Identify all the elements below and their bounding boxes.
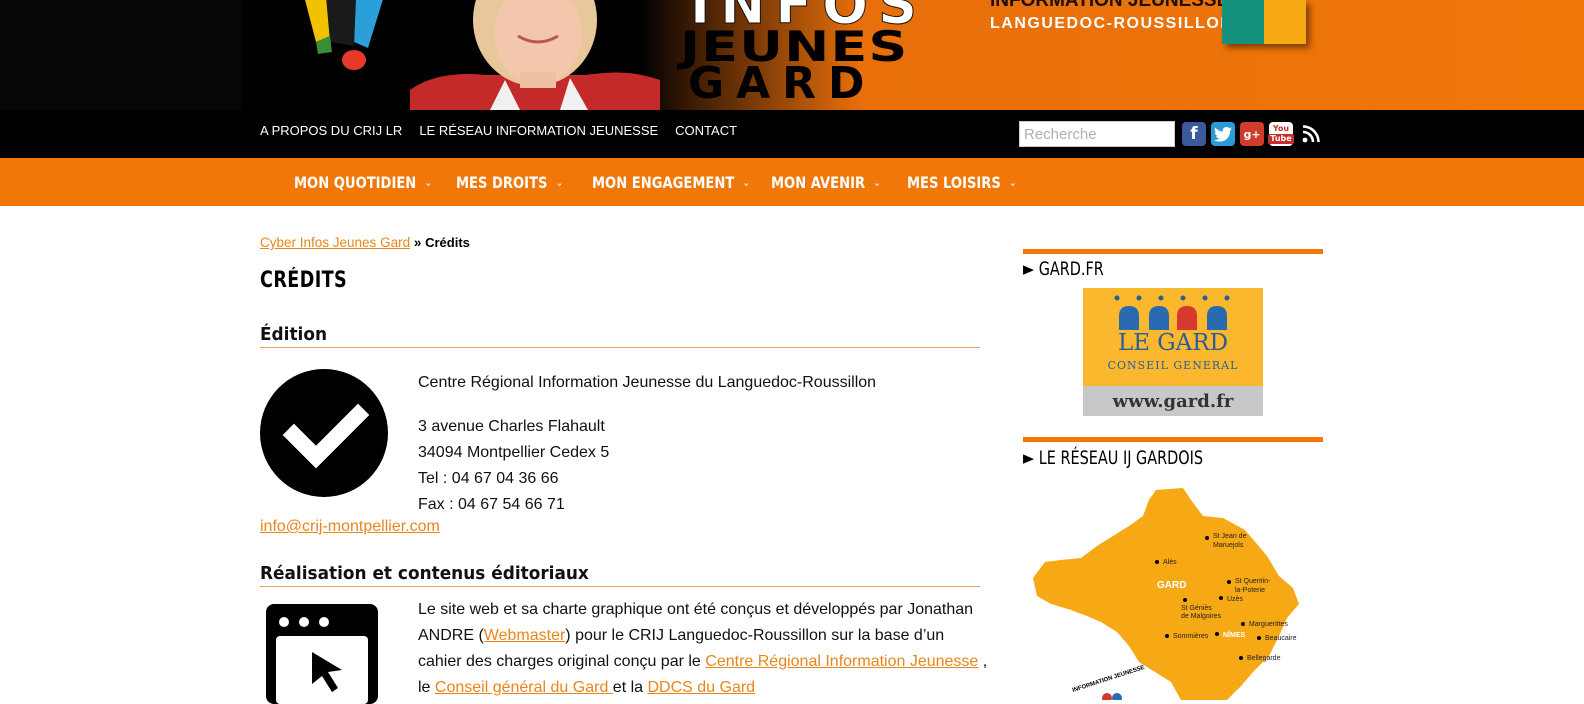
ddcs-link[interactable]: DDCS du Gard [647, 679, 755, 696]
link-contact[interactable]: CONTACT [675, 123, 737, 138]
nav-mon-quotidien[interactable]: MON QUOTIDIEN ⌄ [294, 173, 435, 192]
map-label-information-jeunesse: INFORMATION JEUNESSE [1072, 665, 1146, 694]
crij-link[interactable]: Centre Régional Information Jeunesse [705, 653, 978, 670]
gard-logo-subtitle: CONSEIL GENERAL [1107, 359, 1239, 372]
information-jeunesse-logo [1222, 0, 1306, 44]
chevron-down-icon: ⌄ [873, 175, 881, 189]
map-label-st-genies: St Géniès [1181, 605, 1212, 612]
map-label-st-quentin-2: la-Poterie [1235, 587, 1265, 594]
map-label-st-quentin: St Quentin- [1235, 578, 1271, 585]
top-links: A PROPOS DU CRIJ LR LE RÉSEAU INFORMATIO… [260, 123, 737, 138]
map-label-st-genies-2: de Malgoires [1181, 613, 1222, 620]
chevron-down-icon: ⌄ [1009, 175, 1017, 189]
map-label-st-jean-2: Maruejols [1213, 542, 1244, 549]
nav-mon-avenir[interactable]: MON AVENIR ⌄ [771, 173, 891, 192]
nav-mes-droits[interactable]: MES DROITS ⌄ [456, 173, 576, 192]
map-label-ales: Alès [1163, 559, 1177, 566]
youtube-icon[interactable]: You Tube [1268, 122, 1294, 146]
map-label-sommieres: Sommières [1173, 633, 1209, 640]
webmaster-link[interactable]: Webmaster [484, 627, 566, 644]
nav-label: MES DROITS [456, 172, 548, 192]
main-nav: MON QUOTIDIEN ⌄ MES DROITS ⌄ MON ENGAGEMEN… [0, 158, 1584, 206]
gard-logo-name: LE GARD [1117, 330, 1229, 356]
link-reseau[interactable]: LE RÉSEAU INFORMATION JEUNESSE [419, 123, 658, 138]
nav-mes-loisirs[interactable]: MES LOISIRS ⌄ [907, 173, 1022, 192]
mascot-illustration [305, 0, 383, 70]
breadcrumb-current: Crédits [425, 235, 470, 250]
conseil-general-link[interactable]: Conseil général du Gard [435, 679, 613, 696]
network-name: INFORMATION JEUNESSE [990, 0, 1230, 11]
address-line-2: 34094 Montpellier Cedex 5 [418, 444, 610, 461]
logo-gard: GARD [688, 58, 877, 109]
fax: Fax : 04 67 54 66 71 [418, 496, 565, 513]
widget-divider [1023, 437, 1323, 442]
top-bar: A PROPOS DU CRIJ LR LE RÉSEAU INFORMATIO… [0, 110, 1584, 158]
gard-logo-link[interactable]: LE GARD CONSEIL GENERAL www.gard.fr [1083, 288, 1263, 416]
chevron-down-icon: ⌄ [424, 175, 433, 189]
email-link[interactable]: info@crij-montpellier.com [260, 518, 440, 536]
sidebar: ► GARD.FR LE GARD CONSEIL GENERAL www.ga… [1023, 206, 1323, 700]
nav-label: MON ENGAGEMENT [592, 172, 735, 192]
widget-title-reseau: ► LE RÉSEAU IJ GARDOIS [1023, 447, 1204, 469]
realisation-paragraph: Le site web et sa charte graphique ont é… [418, 597, 988, 701]
nav-items: MON QUOTIDIEN ⌄ MES DROITS ⌄ MON ENGAGEMEN… [294, 158, 1037, 206]
edition-details: Centre Régional Information Jeunesse du … [418, 370, 876, 518]
search-input[interactable] [1019, 121, 1175, 147]
map-label-st-jean: St Jean de [1213, 533, 1247, 540]
chevron-down-icon: ⌄ [742, 175, 751, 189]
main-content: Cyber Infos Jeunes Gard » Crédits CRÉDIT… [260, 206, 987, 704]
breadcrumb-home-link[interactable]: Cyber Infos Jeunes Gard [260, 235, 410, 250]
checkmark-icon [260, 369, 388, 497]
map-label-bellegarde: Bellegarde [1247, 655, 1281, 662]
organization-name: Centre Régional Information Jeunesse du … [418, 374, 877, 391]
map-label-beaucaire: Beaucaire [1265, 635, 1297, 642]
widget-divider [1023, 249, 1323, 254]
breadcrumb: Cyber Infos Jeunes Gard » Crédits [260, 235, 470, 250]
map-label-gard: GARD [1157, 580, 1186, 591]
breadcrumb-separator: » [410, 235, 426, 250]
realisation-text-4: et la [612, 679, 648, 696]
youtube-glyph-you: You [1272, 123, 1290, 133]
girl-photo [410, 0, 660, 110]
nav-label: MON QUOTIDIEN [294, 172, 417, 192]
chevron-down-icon: ⌄ [555, 175, 564, 189]
section-heading-text: Réalisation et contenus éditoriaux [260, 563, 589, 584]
youtube-glyph-tube: Tube [1268, 133, 1294, 144]
rss-icon[interactable] [1299, 122, 1323, 146]
widget-title-gard: ► GARD.FR [1023, 258, 1104, 280]
page-title: CRÉDITS [260, 268, 348, 293]
address-line-1: 3 avenue Charles Flahault [418, 418, 605, 435]
section-heading-edition: Édition [260, 324, 980, 348]
map-label-marguerittes: Marguerittes [1249, 621, 1288, 628]
banner-side-panel [0, 0, 242, 110]
gard-logo-emblem [1114, 295, 1230, 330]
telephone: Tel : 04 67 04 36 66 [418, 470, 559, 487]
nav-label: MES LOISIRS [907, 172, 1001, 192]
network-region: LANGUEDOC-ROUSSILLON [990, 15, 1234, 32]
map-label-nimes: NÎMES [1223, 630, 1246, 639]
google-plus-icon[interactable]: g+ [1240, 122, 1264, 146]
browser-window-icon [266, 604, 378, 704]
facebook-icon[interactable]: f [1182, 122, 1206, 146]
nav-label: MON AVENIR [771, 172, 866, 192]
site-banner[interactable]: INFOS JEUNES GARD INFORMATION JEUNESSE L… [0, 0, 1584, 110]
nav-mon-engagement[interactable]: MON ENGAGEMENT ⌄ [592, 172, 750, 192]
gard-network-map[interactable]: St Jean de Maruejols Alès GARD St Quentin… [1031, 486, 1321, 700]
link-a-propos[interactable]: A PROPOS DU CRIJ LR [260, 123, 402, 138]
twitter-icon[interactable] [1211, 122, 1235, 146]
section-heading-text: Édition [260, 324, 328, 345]
gard-logo-url: www.gard.fr [1083, 386, 1263, 416]
section-heading-realisation: Réalisation et contenus éditoriaux [260, 563, 980, 587]
map-label-uzes: Uzès [1227, 596, 1243, 603]
